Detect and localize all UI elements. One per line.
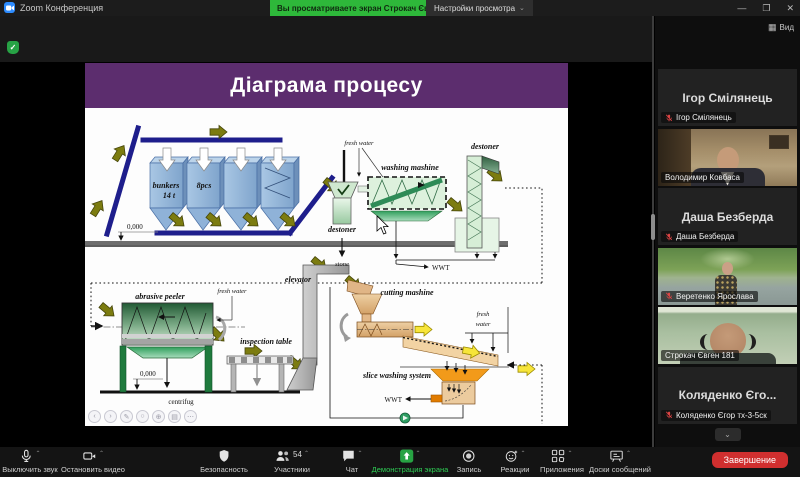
end-meeting-button[interactable]: Завершение <box>711 452 788 468</box>
label-abrasive-peeler: abrasive peeler <box>135 292 185 301</box>
whiteboard-icon <box>610 450 623 462</box>
participants-panel: ▦ Вид Ігор Смілянець Ігор Смілянець Воло… <box>655 16 800 447</box>
camera-icon <box>83 452 96 460</box>
collapse-panel-button[interactable]: ⌄ <box>714 428 741 441</box>
participant-label: Даша Безберда <box>661 231 739 242</box>
stop-video-button[interactable]: ⌃ Остановить видео <box>61 449 125 474</box>
shield-icon <box>219 450 229 462</box>
label-zero-top: 0,000 <box>127 223 143 231</box>
close-button[interactable]: ✕ <box>786 3 794 14</box>
chevron-up-icon[interactable]: ⌃ <box>35 450 40 457</box>
mic-muted-icon <box>665 411 673 419</box>
participant-label: Строкач Євген 181 <box>661 350 739 361</box>
mic-muted-icon <box>665 292 673 300</box>
mute-button[interactable]: ⌃ Выключить звук <box>2 449 58 474</box>
nav-more-icon[interactable]: ⋯ <box>184 410 197 423</box>
reactions-smiley-icon <box>505 450 518 462</box>
meeting-toolbar: ⌃ Выключить звук ⌃ Остановить видео Безо… <box>0 447 800 477</box>
chat-icon <box>343 450 354 462</box>
chat-button[interactable]: ⌃ Чат <box>341 449 363 474</box>
minimize-button[interactable]: — <box>737 3 746 13</box>
label-fresh-small: fresh <box>477 311 490 318</box>
apps-icon <box>552 449 565 463</box>
shared-screen-area: ✓ Діаграма процесу bunkers 14 t 8pcs 0,0… <box>0 16 652 447</box>
share-screen-icon <box>399 449 414 463</box>
nav-laser-icon[interactable]: ○ <box>136 410 149 423</box>
chevron-down-icon: ⌄ <box>519 5 525 12</box>
label-cutting-machine: cutting mashine <box>380 288 434 297</box>
participants-count: 54 <box>293 450 302 459</box>
process-diagram: bunkers 14 t 8pcs 0,000 fresh water wash… <box>85 124 543 424</box>
nav-zoom-icon[interactable]: ⊕ <box>152 410 165 423</box>
label-slice-washing: slice washing system <box>362 371 431 380</box>
label-zero-bottom: 0,000 <box>140 370 156 378</box>
participant-label: Коляденко Єгор тх-3-5ск <box>661 409 771 421</box>
chevron-up-icon[interactable]: ⌃ <box>99 450 104 457</box>
security-button[interactable]: Безопасность <box>200 449 248 474</box>
slide-title: Діаграма процесу <box>230 73 423 97</box>
participant-tile[interactable]: Коляденко Єго... Коляденко Єгор тх-3-5ск <box>658 366 797 424</box>
zoom-app-icon <box>4 2 15 13</box>
label-destoner-right: destoner <box>471 142 500 151</box>
participant-tile[interactable]: Веретенко Ярослава <box>658 247 797 305</box>
record-button[interactable]: Запись <box>457 449 481 474</box>
label-centrifug: centrifug <box>168 398 194 406</box>
encryption-shield-icon: ✓ <box>7 41 19 54</box>
view-button[interactable]: ▦ Вид <box>768 22 794 33</box>
nav-grid-icon[interactable]: ▤ <box>168 410 181 423</box>
label-destoner-mid: destoner <box>328 225 357 234</box>
label-washing-machine: washing mashine <box>381 163 439 172</box>
participants-icon <box>276 451 289 461</box>
participant-label: Ігор Смілянець <box>661 112 736 123</box>
label-inspection-table: inspection table <box>240 337 292 346</box>
mic-muted-icon <box>665 233 673 240</box>
label-bunkers-qty: 14 t <box>163 191 176 200</box>
nav-prev-icon[interactable]: ‹ <box>88 410 101 423</box>
chevron-up-icon[interactable]: ⌃ <box>626 450 631 457</box>
label-wwt-bottom: WWT <box>385 396 403 404</box>
window-title: Zoom Конференция <box>20 3 104 13</box>
participant-label: Веретенко Ярослава <box>661 290 758 302</box>
gallery-view-icon: ▦ <box>768 22 777 32</box>
participant-tile[interactable]: Володимир Ковбаса <box>658 128 797 186</box>
record-icon <box>463 450 475 462</box>
label-water-small: water <box>476 321 491 328</box>
label-pcs: 8pcs <box>197 181 212 190</box>
chevron-up-icon[interactable]: ⌃ <box>304 450 309 457</box>
view-settings-button[interactable]: Настройки просмотра ⌄ <box>426 0 533 16</box>
chevron-up-icon[interactable]: ⌃ <box>415 450 420 457</box>
share-top-strip <box>0 16 652 62</box>
nav-next-icon[interactable]: › <box>104 410 117 423</box>
participant-tile-active-speaker[interactable]: Строкач Євген 181 <box>658 307 797 364</box>
participant-tile[interactable]: Ігор Смілянець Ігор Смілянець <box>658 69 797 126</box>
maximize-button[interactable]: ❐ <box>762 3 770 14</box>
label-stone: stone <box>335 261 349 268</box>
window-titlebar: Zoom Конференция Вы просматриваете экран… <box>0 0 800 16</box>
nav-pen-icon[interactable]: ✎ <box>120 410 133 423</box>
participants-button[interactable]: 54 ⌃ Участники <box>274 449 310 474</box>
slideshow-nav-controls: ‹ › ✎ ○ ⊕ ▤ ⋯ <box>88 410 197 423</box>
chevron-up-icon[interactable]: ⌃ <box>357 450 362 457</box>
microphone-icon <box>22 449 31 462</box>
label-fresh-water-peeler: fresh water <box>217 288 247 295</box>
mic-muted-icon <box>665 114 673 121</box>
presentation-slide: Діаграма процесу bunkers 14 t 8pcs 0,000… <box>85 63 568 426</box>
label-bunkers: bunkers <box>153 181 180 190</box>
whiteboards-button[interactable]: ⌃ Доски сообщений <box>589 449 651 474</box>
apps-button[interactable]: ⌃ Приложения <box>540 449 584 474</box>
chevron-down-icon: ⌄ <box>724 430 731 439</box>
chevron-up-icon[interactable]: ⌃ <box>520 450 525 457</box>
participant-tile[interactable]: Даша Безберда Даша Безберда <box>658 188 797 245</box>
chevron-up-icon[interactable]: ⌃ <box>567 450 572 457</box>
reactions-button[interactable]: ⌃ Реакции <box>501 449 529 474</box>
share-screen-button[interactable]: ⌃ Демонстрация экрана <box>372 449 448 474</box>
label-elevator: elevator <box>285 275 312 284</box>
label-wwt-top: WWT <box>432 264 450 272</box>
participant-label: Володимир Ковбаса <box>661 171 744 183</box>
slide-header: Діаграма процесу <box>85 63 568 108</box>
label-fresh-water-top: fresh water <box>344 140 374 147</box>
